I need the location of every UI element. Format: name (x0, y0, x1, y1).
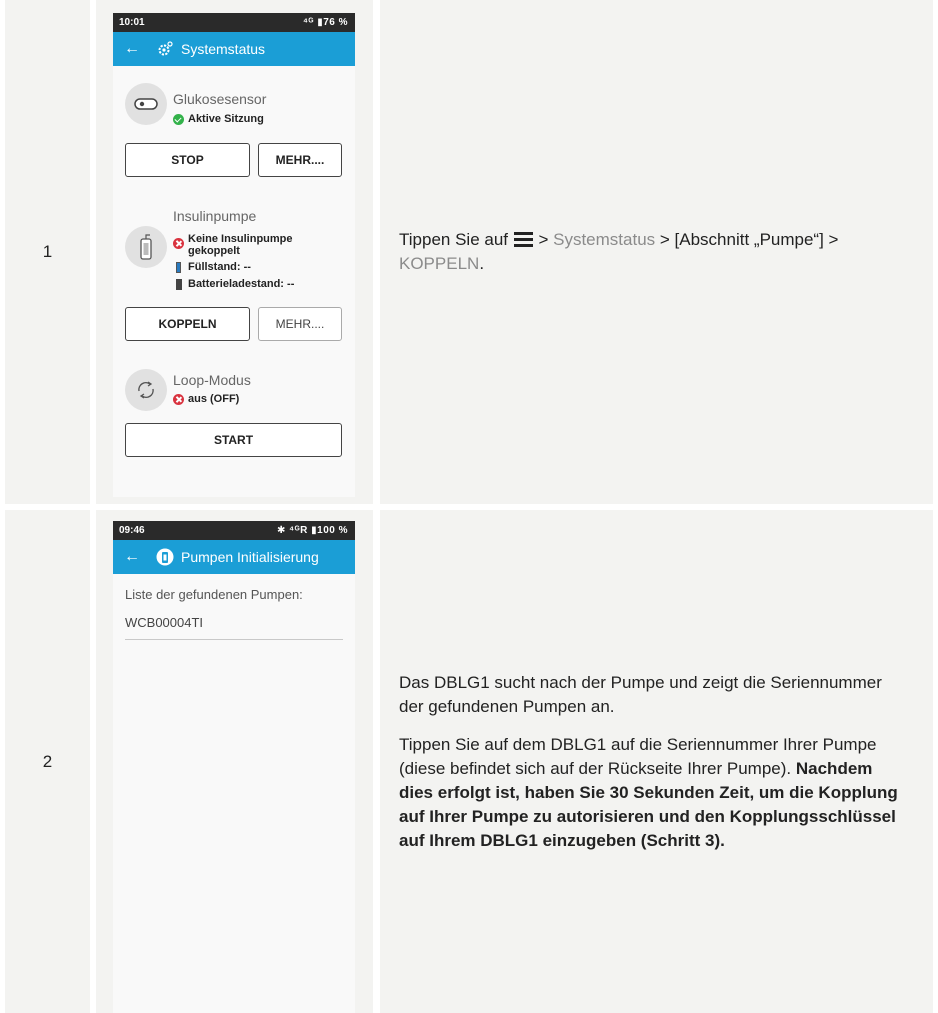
stop-button[interactable]: STOP (125, 143, 250, 177)
reservoir-icon (176, 262, 181, 273)
pump-serial-list-item[interactable]: WCB00004TI (125, 615, 343, 640)
back-arrow-icon[interactable]: ← (124, 548, 144, 566)
back-arrow-icon[interactable]: ← (124, 40, 144, 58)
menu-path-systemstatus: Systemstatus (553, 230, 656, 249)
pump-badge-icon (156, 548, 174, 566)
screen-title: Pumpen Initialisierung (181, 549, 319, 565)
phone-screen-pump-init: 09:46 ✱ ⁴ᴳR ▮100 % ← Pumpen Initialisier… (113, 521, 355, 1013)
status-indicators: ⁴ᴳ ▮76 % (302, 17, 348, 28)
step-number-cell: 2 (5, 510, 90, 1013)
app-bar: ← Systemstatus (113, 32, 355, 66)
loop-title: Loop-Modus (173, 372, 251, 388)
pump-battery-level: Batterieladestand: -- (173, 278, 294, 290)
sensor-more-button[interactable]: MEHR.... (258, 143, 342, 177)
instruction-paragraph-2: Tippen Sie auf dem DBLG1 auf die Serienn… (399, 734, 898, 850)
instruction-cell: Das DBLG1 sucht nach der Pumpe und zeigt… (380, 510, 933, 1013)
screen-title: Systemstatus (181, 41, 266, 57)
sensor-title: Glukosesensor (173, 91, 267, 107)
status-time: 09:46 (119, 525, 145, 536)
error-icon (173, 238, 184, 249)
pump-more-button[interactable]: MEHR.... (258, 307, 342, 341)
status-time: 10:01 (119, 17, 145, 28)
sensor-status-text: Aktive Sitzung (188, 113, 264, 125)
pump-icon (125, 226, 167, 268)
loop-status-text: aus (OFF) (188, 393, 240, 405)
pump-status: Keine Insulinpumpe gekoppelt (173, 233, 293, 257)
step-number: 1 (42, 242, 53, 261)
instruction-text: Tippen Sie auf > Systemstatus > [Abschni… (399, 230, 839, 273)
status-indicators: ✱ ⁴ᴳR ▮100 % (277, 525, 348, 536)
step-number-cell: 1 (5, 0, 90, 504)
instruction-paragraph-1: Das DBLG1 sucht nach der Pumpe und zeigt… (399, 672, 882, 716)
app-bar: ← Pumpen Initialisierung (113, 540, 355, 574)
screenshot-cell: 09:46 ✱ ⁴ᴳR ▮100 % ← Pumpen Initialisier… (96, 510, 373, 1013)
settings-gear-icon (156, 40, 174, 58)
sensor-status: Aktive Sitzung (173, 113, 264, 125)
sensor-icon (125, 83, 167, 125)
found-pumps-label: Liste der gefundenen Pumpen: (125, 587, 303, 602)
hamburger-menu-icon (513, 232, 533, 247)
screenshot-cell: 10:01 ⁴ᴳ ▮76 % ← Systemstatus Glukosesen… (96, 0, 373, 504)
loop-status: aus (OFF) (173, 393, 239, 405)
pair-button[interactable]: KOPPELN (125, 307, 250, 341)
pump-status-text: Keine Insulinpumpe gekoppelt (188, 233, 293, 257)
status-bar: 09:46 ✱ ⁴ᴳR ▮100 % (113, 521, 355, 540)
pump-fill-level: Füllstand: -- (173, 261, 251, 273)
step-number: 2 (42, 751, 53, 771)
instruction-cell: Tippen Sie auf > Systemstatus > [Abschni… (380, 0, 933, 504)
start-button[interactable]: START (125, 423, 342, 457)
check-icon (173, 114, 184, 125)
phone-screen-systemstatus: 10:01 ⁴ᴳ ▮76 % ← Systemstatus Glukosesen… (113, 13, 355, 497)
menu-path-koppeln: KOPPELN (399, 254, 480, 273)
battery-icon (176, 279, 182, 290)
loop-icon (125, 369, 167, 411)
pump-title: Insulinpumpe (173, 208, 257, 224)
error-icon (173, 394, 184, 405)
status-bar: 10:01 ⁴ᴳ ▮76 % (113, 13, 355, 32)
